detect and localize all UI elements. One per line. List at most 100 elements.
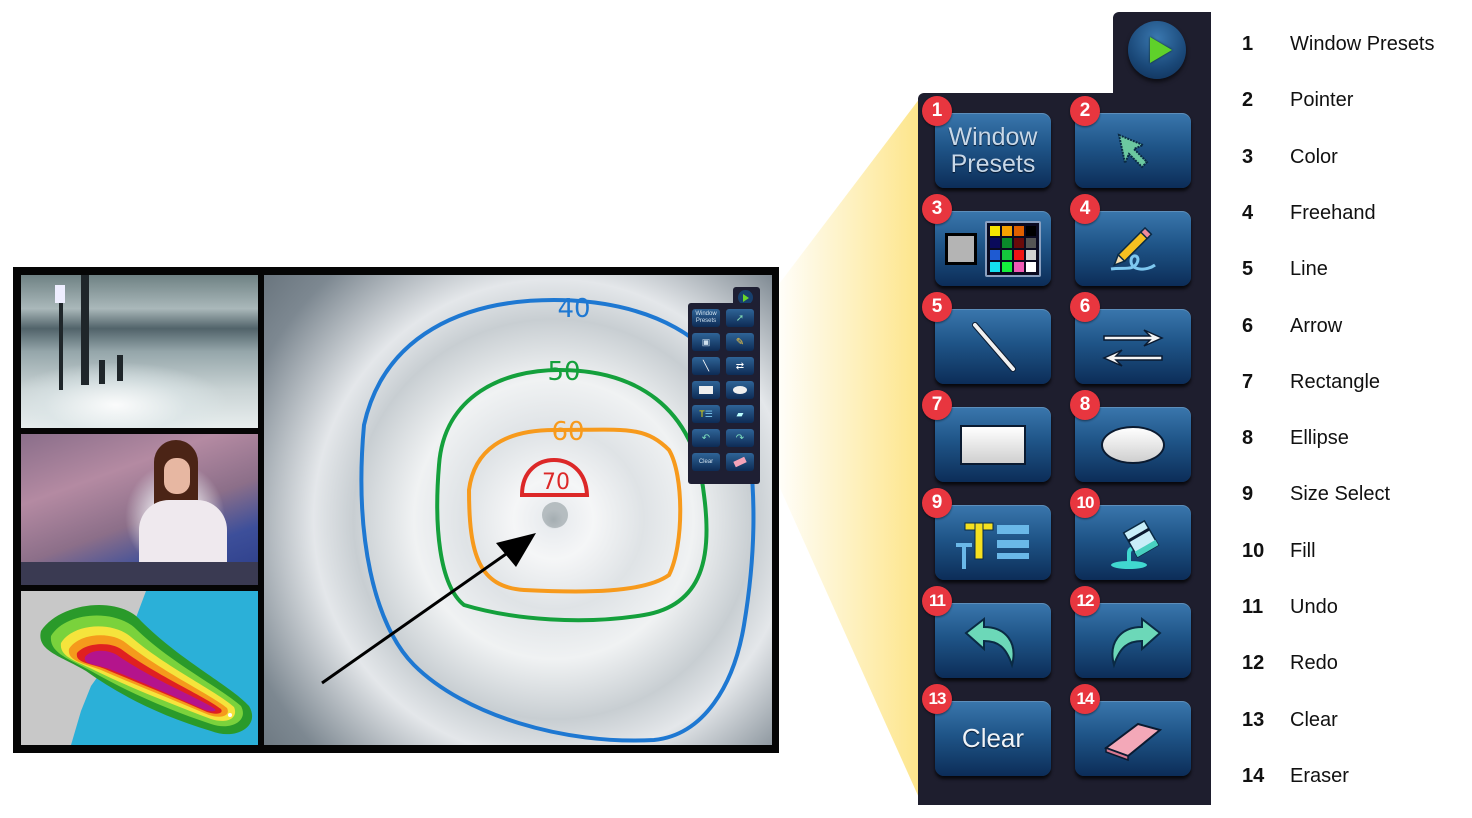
window-presets-button[interactable]: Window Presets bbox=[935, 113, 1051, 188]
color-button[interactable] bbox=[935, 211, 1051, 286]
legend-label: Line bbox=[1290, 258, 1328, 281]
palette-swatch bbox=[1026, 249, 1036, 260]
pointer-button[interactable] bbox=[1075, 113, 1191, 188]
rectangle-button[interactable] bbox=[935, 407, 1051, 482]
freehand-button[interactable] bbox=[1075, 211, 1191, 286]
color-grid bbox=[985, 220, 1041, 277]
palette-swatch bbox=[990, 249, 1000, 260]
palette-swatch bbox=[1014, 249, 1024, 260]
ellipse-button[interactable] bbox=[1075, 407, 1191, 482]
legend-number: 14 bbox=[1242, 764, 1265, 787]
badge-7: 7 bbox=[922, 390, 952, 420]
palette-swatch bbox=[1014, 261, 1024, 272]
mini-clear-button[interactable]: Clear bbox=[692, 453, 720, 471]
mini-eraser-button[interactable] bbox=[726, 453, 754, 471]
badge-8: 8 bbox=[1070, 390, 1100, 420]
annotation-arrowhead bbox=[496, 533, 536, 567]
badge-2: 2 bbox=[1070, 96, 1100, 126]
hurricane-track-map-tile bbox=[21, 591, 258, 745]
legend-number: 10 bbox=[1242, 539, 1265, 562]
legend-label: Freehand bbox=[1290, 201, 1376, 224]
fill-button[interactable] bbox=[1075, 505, 1191, 580]
flood-photo-tile bbox=[21, 275, 258, 428]
contour-label-50: 50 bbox=[547, 357, 580, 387]
redo-icon bbox=[1111, 616, 1162, 668]
legend-label: Pointer bbox=[1290, 89, 1354, 112]
legend-label: Undo bbox=[1290, 596, 1338, 618]
legend-number: 11 bbox=[1242, 596, 1264, 618]
badge-3: 3 bbox=[922, 194, 952, 224]
undo-icon bbox=[964, 616, 1015, 668]
legend-label: Eraser bbox=[1290, 764, 1349, 787]
legend-label: Redo bbox=[1290, 652, 1338, 675]
line-icon bbox=[972, 321, 1016, 372]
legend-number: 4 bbox=[1242, 201, 1254, 224]
legend-number: 12 bbox=[1242, 652, 1265, 675]
legend-label: Color bbox=[1290, 145, 1338, 168]
legend-number: 6 bbox=[1242, 314, 1254, 337]
size-select-icon bbox=[956, 522, 1029, 569]
clear-label: Clear bbox=[961, 723, 1025, 753]
mini-freehand-button[interactable]: ✎ bbox=[726, 333, 754, 351]
mini-line-button[interactable]: ╲ bbox=[692, 357, 720, 375]
mini-color-button[interactable]: ▣ bbox=[692, 333, 720, 351]
mini-toolbar: Window Presets ➚ ▣ ✎ ╲ ⇄ T ☰ ▰ ↶ ↷ Clear bbox=[688, 303, 760, 484]
badge-4: 4 bbox=[1070, 194, 1100, 224]
palette-swatch bbox=[1002, 261, 1012, 272]
legend-number: 5 bbox=[1242, 258, 1254, 281]
redo-button[interactable] bbox=[1075, 603, 1191, 678]
mini-pointer-button[interactable]: ➚ bbox=[726, 309, 754, 327]
legend-number: 3 bbox=[1242, 145, 1254, 168]
palette-swatch bbox=[1026, 237, 1036, 248]
mini-redo-button[interactable]: ↷ bbox=[726, 429, 754, 447]
window-presets-label-line2: Presets bbox=[950, 149, 1036, 178]
legend-number: 9 bbox=[1242, 483, 1254, 506]
badge-9: 9 bbox=[922, 488, 952, 518]
badge-14: 14 bbox=[1070, 684, 1100, 714]
mini-window-presets-button[interactable]: Window Presets bbox=[692, 309, 720, 327]
palette-swatch bbox=[1014, 225, 1024, 236]
palette-swatch bbox=[1014, 237, 1024, 248]
paint-bucket-icon bbox=[1111, 519, 1160, 569]
play-icon bbox=[1150, 37, 1172, 63]
badge-13: 13 bbox=[922, 684, 952, 714]
line-button[interactable] bbox=[935, 309, 1051, 384]
mini-fill-button[interactable]: ▰ bbox=[726, 405, 754, 423]
badge-5: 5 bbox=[922, 292, 952, 322]
badge-6: 6 bbox=[1070, 292, 1100, 322]
badge-10: 10 bbox=[1070, 488, 1100, 518]
news-anchor-tile bbox=[21, 434, 258, 585]
mini-rectangle-button[interactable] bbox=[692, 381, 720, 399]
legend-label: Arrow bbox=[1290, 314, 1343, 337]
mini-size-select-button[interactable]: T ☰ bbox=[692, 405, 720, 423]
mini-arrow-button[interactable]: ⇄ bbox=[726, 357, 754, 375]
palette-swatch bbox=[990, 237, 1000, 248]
palette-swatch bbox=[1002, 225, 1012, 236]
double-arrow-icon bbox=[1102, 328, 1164, 367]
palette-swatch bbox=[990, 261, 1000, 272]
contour-label-40: 40 bbox=[557, 294, 590, 324]
pencil-icon bbox=[1110, 226, 1156, 271]
legend-number: 7 bbox=[1242, 370, 1254, 393]
contour-label-60: 60 bbox=[551, 417, 584, 447]
badge-12: 12 bbox=[1070, 586, 1100, 616]
mini-undo-button[interactable]: ↶ bbox=[692, 429, 720, 447]
mini-ellipse-button[interactable] bbox=[726, 381, 754, 399]
legend-label: Clear bbox=[1290, 708, 1338, 731]
play-button[interactable] bbox=[1128, 21, 1186, 79]
legend-label: Window Presets bbox=[1290, 33, 1435, 55]
annotation-arrow-line bbox=[321, 545, 517, 685]
eraser-button[interactable] bbox=[1075, 701, 1191, 776]
palette-swatch bbox=[1026, 261, 1036, 272]
color-palette-icon bbox=[945, 220, 1041, 277]
window-presets-label-line1: Window bbox=[948, 122, 1038, 151]
legend-label: Size Select bbox=[1290, 483, 1391, 506]
arrow-button[interactable] bbox=[1075, 309, 1191, 384]
ellipse-icon bbox=[1101, 425, 1165, 464]
clear-button[interactable]: Clear bbox=[935, 701, 1051, 776]
pointer-arrow-icon bbox=[1117, 132, 1149, 168]
legend-label: Ellipse bbox=[1290, 427, 1349, 450]
palette-swatch bbox=[990, 225, 1000, 236]
undo-button[interactable] bbox=[935, 603, 1051, 678]
size-select-button[interactable] bbox=[935, 505, 1051, 580]
